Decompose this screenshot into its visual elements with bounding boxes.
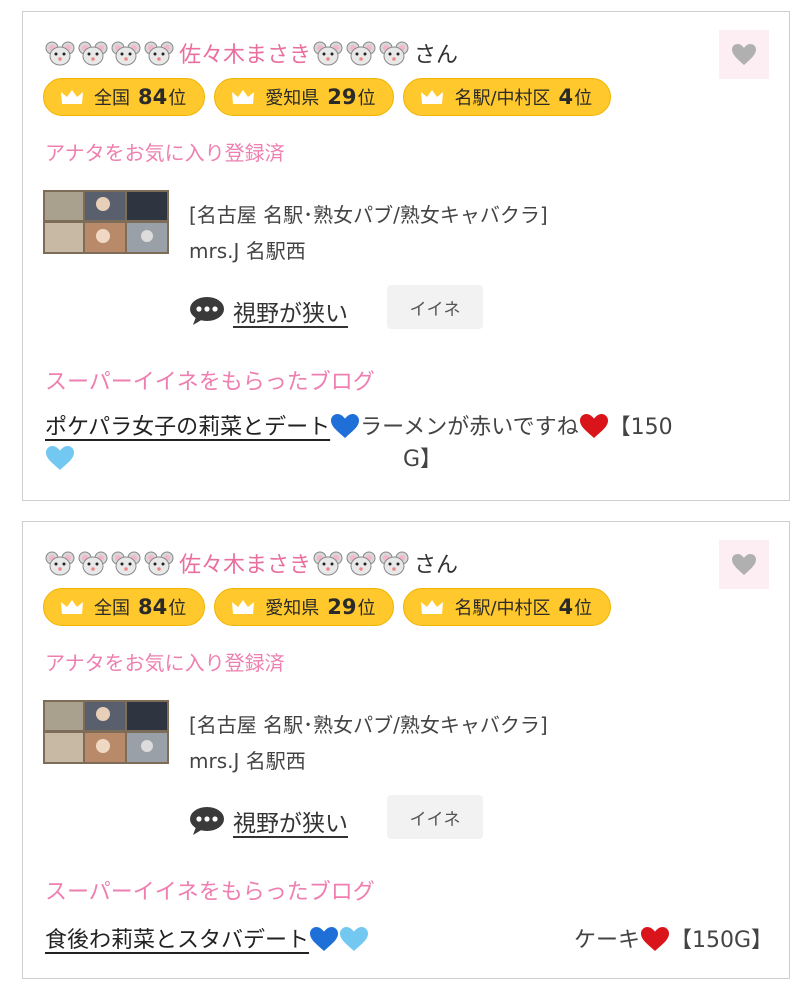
shop-thumbnail[interactable] <box>43 700 169 764</box>
blog-entry: ポケパラ女子の莉菜とデート ラーメンが赤いですね 【150 G】 <box>45 412 773 476</box>
rank-number: 84 <box>138 595 168 619</box>
blog-price: 【150 <box>608 415 673 440</box>
blog-extra-text: ケーキ 【150G】 <box>573 926 773 953</box>
rank-suffix: 位 <box>357 88 376 109</box>
favorite-button[interactable] <box>719 30 769 79</box>
mouse-face-icon <box>45 40 75 66</box>
super-like-blog-label: スーパーイイネをもらったブログ <box>45 880 375 905</box>
user-card: 佐々木まさき さん 全国 84 位 愛知県 29 位 名駅/中村区 4 位 アナタをお気に入… <box>22 11 790 501</box>
rank-number: 29 <box>327 85 357 109</box>
rank-area: 愛知県 <box>265 598 320 619</box>
mouse-face-icon <box>144 40 174 66</box>
mouse-face-icon <box>78 550 108 576</box>
heart-icon <box>732 43 756 65</box>
rank-badge-area[interactable]: 名駅/中村区 4 位 <box>403 78 612 116</box>
rank-suffix: 位 <box>357 598 376 619</box>
like-button[interactable]: イイネ <box>387 285 483 329</box>
blog-title-link[interactable]: 食後わ莉菜とスタバデート <box>45 922 369 954</box>
rank-suffix: 位 <box>168 598 187 619</box>
honorific: さん <box>414 553 459 578</box>
super-like-blog-label: スーパーイイネをもらったブログ <box>45 370 375 395</box>
mouse-face-icon <box>379 40 409 66</box>
rank-number: 29 <box>327 595 357 619</box>
rank-area: 全国 <box>94 598 130 619</box>
mouse-face-icon <box>346 40 376 66</box>
blog-price-end: G】 <box>403 447 443 472</box>
blog-line-2: G】 <box>45 444 773 476</box>
mouse-face-icon <box>313 550 343 576</box>
red-heart-icon <box>579 413 609 439</box>
red-heart-icon <box>640 926 670 952</box>
favorite-status-text: アナタをお気に入り登録済 <box>45 141 285 165</box>
rank-badges: 全国 84 位 愛知県 29 位 名駅/中村区 4 位 <box>43 588 612 626</box>
rank-badge-national[interactable]: 全国 84 位 <box>43 588 206 626</box>
blue-heart-icon <box>309 926 339 952</box>
crown-icon <box>61 90 83 104</box>
mouse-face-icon <box>144 550 174 576</box>
rank-badge-national[interactable]: 全国 84 位 <box>43 78 206 116</box>
rank-suffix: 位 <box>574 598 593 619</box>
favorite-status-text: アナタをお気に入り登録済 <box>45 651 285 675</box>
comment-row: 視野が狭い <box>189 294 348 328</box>
rank-area: 名駅/中村区 <box>454 598 551 619</box>
like-button[interactable]: イイネ <box>387 795 483 839</box>
blog-extra-text: ラーメンが赤いですね 【150 <box>360 413 673 440</box>
shop-category: [名古屋 名駅･熟女パブ/熟女キャバクラ] <box>189 203 548 227</box>
light-blue-heart-icon <box>339 926 369 952</box>
shop-name: mrs.J 名駅西 <box>189 239 306 263</box>
blog-title-link[interactable]: ポケパラ女子の莉菜とデート <box>45 413 360 440</box>
mouse-face-icon <box>111 550 141 576</box>
rank-number: 4 <box>558 595 574 619</box>
user-name-link[interactable]: 佐々木まさき <box>179 547 311 579</box>
crown-icon <box>232 600 255 614</box>
rank-suffix: 位 <box>168 88 187 109</box>
crown-icon <box>232 90 255 104</box>
rank-badge-prefecture[interactable]: 愛知県 29 位 <box>214 588 395 626</box>
heart-icon <box>732 553 756 575</box>
rank-area: 名駅/中村区 <box>454 88 551 109</box>
mouse-face-icon <box>111 40 141 66</box>
light-blue-heart-icon[interactable] <box>45 445 75 471</box>
mouse-face-icon <box>379 550 409 576</box>
rank-number: 4 <box>558 85 574 109</box>
crown-icon <box>421 90 444 104</box>
rank-area: 全国 <box>94 88 130 109</box>
favorite-button[interactable] <box>719 540 769 589</box>
speech-bubble-icon <box>190 807 224 835</box>
blue-heart-icon <box>330 413 360 439</box>
rank-badges: 全国 84 位 愛知県 29 位 名駅/中村区 4 位 <box>43 78 612 116</box>
comment-link[interactable]: 視野が狭い <box>233 804 348 838</box>
crown-icon <box>61 600 83 614</box>
crown-icon <box>421 600 444 614</box>
rank-suffix: 位 <box>574 88 593 109</box>
speech-bubble-icon <box>190 297 224 325</box>
mouse-face-icon <box>45 550 75 576</box>
mouse-face-icon <box>346 550 376 576</box>
user-name-row: 佐々木まさき さん <box>45 36 458 70</box>
user-card: 佐々木まさき さん 全国 84 位 愛知県 29 位 名駅/中村区 4 位 アナタをお気に入… <box>22 521 790 979</box>
shop-name: mrs.J 名駅西 <box>189 749 306 773</box>
blog-price: 【150G】 <box>669 928 773 953</box>
comment-row: 視野が狭い <box>189 804 348 838</box>
shop-thumbnail[interactable] <box>43 190 169 254</box>
shop-category: [名古屋 名駅･熟女パブ/熟女キャバクラ] <box>189 713 548 737</box>
mouse-face-icon <box>78 40 108 66</box>
rank-area: 愛知県 <box>265 88 320 109</box>
comment-link[interactable]: 視野が狭い <box>233 294 348 328</box>
honorific: さん <box>414 43 459 68</box>
user-name-link[interactable]: 佐々木まさき <box>179 37 311 69</box>
rank-badge-prefecture[interactable]: 愛知県 29 位 <box>214 78 395 116</box>
user-name-row: 佐々木まさき さん <box>45 546 458 580</box>
mouse-face-icon <box>313 40 343 66</box>
page: 佐々木まさき さん 全国 84 位 愛知県 29 位 名駅/中村区 4 位 アナタをお気に入… <box>0 0 809 1000</box>
rank-number: 84 <box>138 85 168 109</box>
rank-badge-area[interactable]: 名駅/中村区 4 位 <box>403 588 612 626</box>
blog-entry: 食後わ莉菜とスタバデート ケーキ 【150G】 <box>45 922 773 954</box>
